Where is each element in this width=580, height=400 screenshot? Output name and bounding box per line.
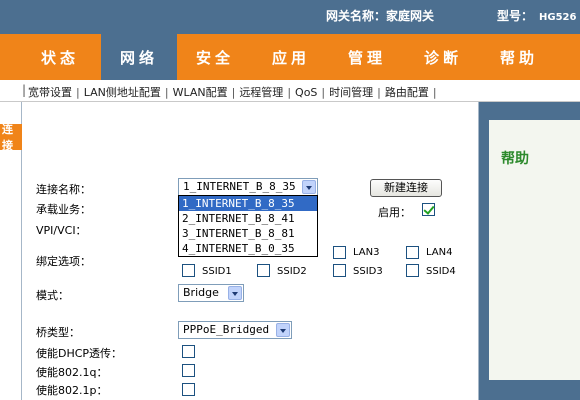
tab-application[interactable]: 应用 (253, 34, 329, 80)
subnav-qos[interactable]: QoS (295, 86, 317, 99)
tab-help[interactable]: 帮助 (481, 34, 557, 80)
model-label: 型号： (497, 9, 534, 23)
left-side-strip: 连接 (0, 102, 22, 400)
bridge-type-select[interactable]: PPPoE_Bridged (178, 321, 292, 339)
mode-label: 模式： (36, 289, 69, 302)
sub-nav-separator: | (377, 86, 381, 99)
subnav-wlan-config[interactable]: WLAN配置 (173, 86, 228, 99)
dhcp-passthrough-checkbox[interactable] (182, 345, 195, 358)
dropdown-option[interactable]: 4_INTERNET_B_0_35 (179, 241, 317, 256)
ssid4-checkbox[interactable] (406, 264, 419, 277)
connection-name-label: 连接名称： (36, 183, 91, 196)
lan4-label: LAN4 (426, 247, 453, 258)
ssid2-checkbox[interactable] (257, 264, 270, 277)
tab-network[interactable]: 网络 (101, 34, 177, 80)
main-nav: 状态 网络 安全 应用 管理 诊断 帮助 (0, 34, 580, 80)
enable-8021q-checkbox[interactable] (182, 364, 195, 377)
ssid4-label: SSID4 (426, 266, 456, 277)
top-header-bar: 网关名称：家庭网关 型号： HG526 (0, 0, 580, 34)
bridge-type-label: 桥类型： (36, 326, 80, 339)
sub-nav-separator: | (287, 86, 292, 99)
lan3-label: LAN3 (353, 247, 380, 258)
enable-8021p-checkbox[interactable] (182, 383, 195, 396)
new-connection-button[interactable]: 新建连接 (370, 179, 442, 197)
subnav-time-management[interactable]: 时间管理 (329, 86, 373, 99)
vpi-vci-label: VPI/VCI： (36, 224, 87, 237)
lan3-checkbox[interactable] (333, 246, 346, 259)
tab-diagnosis[interactable]: 诊断 (405, 34, 481, 80)
tab-management[interactable]: 管理 (329, 34, 405, 80)
tab-security[interactable]: 安全 (177, 34, 253, 80)
enable-8021q-label: 使能802.1q： (36, 366, 108, 379)
model-text: 型号： HG526 (497, 7, 576, 24)
subnav-lan-address[interactable]: LAN侧地址配置 (84, 86, 161, 99)
dropdown-option[interactable]: 2_INTERNET_B_8_41 (179, 211, 317, 226)
help-sidebar: 帮助 (478, 102, 580, 400)
connection-name-select[interactable]: 1_INTERNET_B_8_35 (178, 178, 318, 196)
dhcp-passthrough-label: 使能DHCP透传： (36, 347, 123, 360)
left-section-tab[interactable]: 连接 (0, 124, 22, 150)
ssid3-checkbox[interactable] (333, 264, 346, 277)
sub-nav-items: 宽带设置 | LAN侧地址配置 | WLAN配置 | 远程管理 | QoS | 时间管理 | 路由配置 | (28, 84, 441, 100)
mode-value: Bridge (183, 286, 219, 299)
subnav-broadband-settings[interactable]: 宽带设置 (28, 86, 72, 99)
sub-nav-separator: | (22, 83, 27, 97)
sub-nav-separator: | (432, 86, 437, 99)
service-label: 承载业务： (36, 203, 91, 216)
binding-options-label: 绑定选项： (36, 255, 91, 268)
enable-checkbox[interactable] (422, 203, 435, 216)
connection-name-value: 1_INTERNET_B_8_35 (183, 180, 296, 193)
ssid2-label: SSID2 (277, 266, 307, 277)
subnav-remote-management[interactable]: 远程管理 (239, 86, 283, 99)
help-title: 帮助 (501, 151, 529, 167)
chevron-down-icon[interactable] (276, 323, 290, 337)
sub-nav-separator: | (164, 86, 169, 99)
connection-name-dropdown-list: 1_INTERNET_B_8_35 2_INTERNET_B_8_41 3_IN… (178, 195, 318, 257)
sub-nav-separator: | (231, 86, 236, 99)
sub-nav: | 宽带设置 | LAN侧地址配置 | WLAN配置 | 远程管理 | QoS | 时间管理 | 路由配… (0, 80, 580, 102)
dropdown-option[interactable]: 3_INTERNET_B_8_81 (179, 226, 317, 241)
dropdown-option[interactable]: 1_INTERNET_B_8_35 (179, 196, 317, 211)
model-value: HG526 (539, 12, 577, 23)
subnav-route-config[interactable]: 路由配置 (385, 86, 429, 99)
mode-select[interactable]: Bridge (178, 284, 244, 302)
gateway-value: 家庭网关 (386, 9, 435, 23)
gateway-label: 网关名称： (326, 9, 387, 23)
ssid1-checkbox[interactable] (182, 264, 195, 277)
sub-nav-separator: | (76, 86, 80, 99)
chevron-down-icon[interactable] (302, 180, 316, 194)
enable-8021p-label: 使能802.1p： (36, 384, 108, 397)
lan4-checkbox[interactable] (406, 246, 419, 259)
ssid1-label: SSID1 (202, 266, 232, 277)
ssid3-label: SSID3 (353, 266, 383, 277)
tab-status[interactable]: 状态 (22, 34, 98, 80)
sub-nav-separator: | (321, 86, 326, 99)
gateway-name-text: 网关名称：家庭网关 (326, 7, 434, 24)
enable-label: 启用： (378, 206, 411, 219)
bridge-type-value: PPPoE_Bridged (183, 323, 270, 336)
help-box: 帮助 (489, 120, 580, 380)
chevron-down-icon[interactable] (228, 286, 242, 300)
